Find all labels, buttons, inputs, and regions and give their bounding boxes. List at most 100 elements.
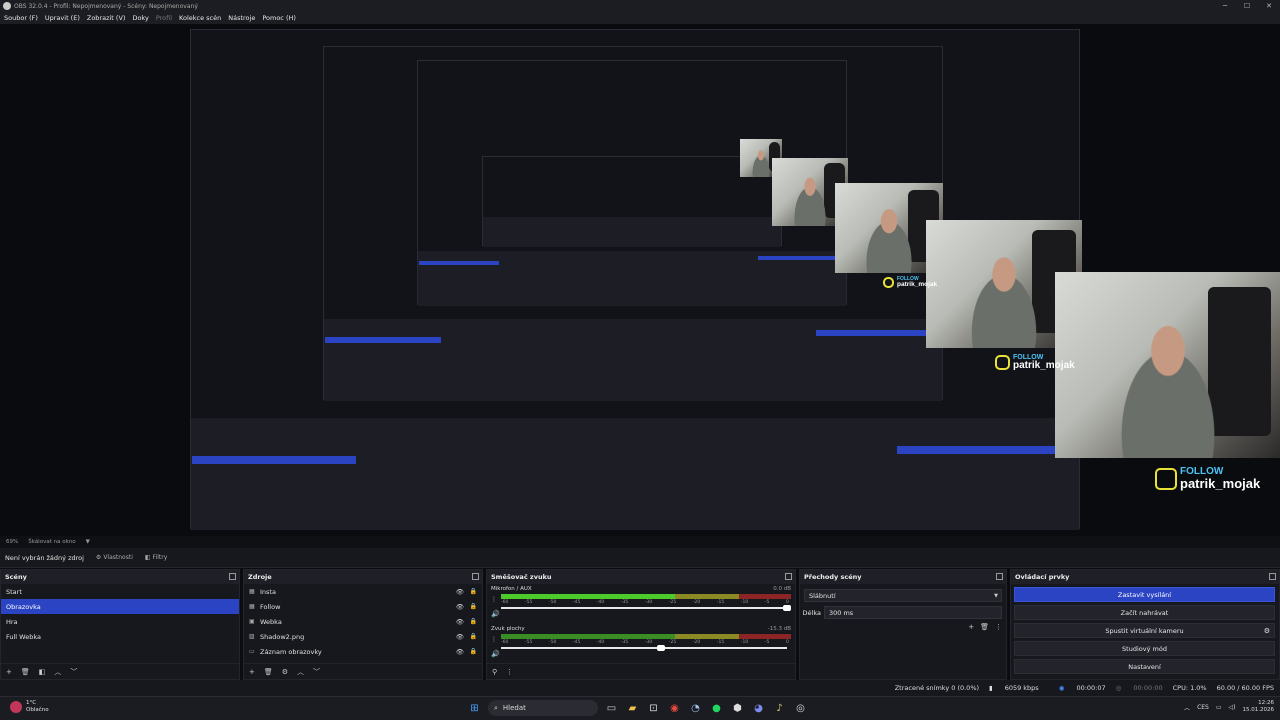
scene-item[interactable]: Full Webka <box>1 629 239 644</box>
filters-button[interactable]: ◧ Filtry <box>145 554 167 561</box>
gear-icon[interactable]: ⚙ <box>1264 627 1270 635</box>
chevron-down-icon[interactable]: ▼ <box>86 539 90 545</box>
add-source-button[interactable]: + <box>249 668 255 676</box>
transition-menu-button[interactable]: ⋮ <box>995 623 1002 631</box>
maximize-button[interactable]: ☐ <box>1236 0 1258 12</box>
control-button[interactable]: Zastavit vysílání <box>1014 587 1275 602</box>
duration-spinbox[interactable]: 300 ms <box>824 606 1002 619</box>
source-item[interactable]: ▦ Insta 👁 🔒 <box>244 584 482 599</box>
spotify-icon[interactable]: ● <box>709 701 724 716</box>
discord-icon[interactable]: ◕ <box>751 701 766 716</box>
taskbar-search[interactable]: ⌕ Hledat <box>488 700 598 716</box>
undock-icon[interactable] <box>1269 573 1276 580</box>
scene-item[interactable]: Hra <box>1 614 239 629</box>
control-button[interactable]: Začít nahrávat <box>1014 605 1275 620</box>
rec-time: ◎ 00:00:00 <box>1115 684 1163 692</box>
menu-item[interactable]: Upravit (E) <box>45 14 80 22</box>
visibility-icon[interactable]: 👁 <box>456 603 464 611</box>
chevron-up-icon[interactable]: ︿ <box>1184 703 1190 712</box>
volume-slider[interactable] <box>501 645 787 651</box>
lock-icon[interactable]: 🔒 <box>470 588 477 595</box>
bitrate-value: 6059 kbps <box>1004 684 1039 692</box>
language-indicator[interactable]: CES <box>1197 704 1209 711</box>
steam-icon[interactable]: ◔ <box>688 701 703 716</box>
visibility-icon[interactable]: 👁 <box>456 648 464 656</box>
preview-canvas[interactable]: FOLLOW patrik_mojak FOLLOW patrik_mojak FO… <box>0 24 1280 536</box>
advanced-audio-icon[interactable]: ⚲ <box>492 668 497 676</box>
weather-widget[interactable]: 1°C Oblačno <box>10 700 49 714</box>
mixer-menu-button[interactable]: ⋮ <box>506 668 513 676</box>
move-down-button[interactable]: ﹀ <box>70 667 77 677</box>
store-icon[interactable]: ⊡ <box>646 701 661 716</box>
scale-mode-dropdown[interactable]: Škálovat na okno <box>28 539 75 545</box>
menu-item[interactable]: Nástroje <box>228 14 255 22</box>
close-button[interactable]: ✕ <box>1258 0 1280 12</box>
slider-knob[interactable] <box>657 645 666 651</box>
handle-label: patrik_mojak <box>1013 360 1075 371</box>
source-properties-button[interactable]: ⚙ <box>282 668 288 676</box>
lock-icon[interactable]: 🔒 <box>470 648 477 655</box>
menu-item[interactable]: Zobrazit (V) <box>87 14 126 22</box>
stream-time: ◉ 00:00:07 <box>1049 684 1106 692</box>
menu-item[interactable]: Pomoc (H) <box>262 14 296 22</box>
undock-icon[interactable] <box>996 573 1003 580</box>
speaker-icon[interactable]: 🔊 <box>491 610 500 618</box>
menu-item[interactable]: Kolekce scén <box>179 14 221 22</box>
lock-icon[interactable]: 🔒 <box>470 603 477 610</box>
stream-icon: ◉ <box>1058 684 1065 692</box>
undock-icon[interactable] <box>229 573 236 580</box>
source-label: Shadow2.png <box>260 632 305 641</box>
scene-item[interactable]: Start <box>1 584 239 599</box>
control-button[interactable]: Spustit virtuální kameru ⚙ <box>1014 623 1275 638</box>
source-item[interactable]: ▭ Záznam obrazovky 👁 🔒 <box>244 644 482 659</box>
clock[interactable]: 12:26 15.01.2026 <box>1243 700 1275 714</box>
transition-select[interactable]: Slábnutí ▼ <box>804 589 1002 602</box>
channel-menu-icon[interactable]: ⋮ <box>491 636 497 643</box>
visibility-icon[interactable]: 👁 <box>456 633 464 641</box>
control-button[interactable]: Studiový mód <box>1014 641 1275 656</box>
undock-icon[interactable] <box>785 573 792 580</box>
move-up-button[interactable]: ︿ <box>54 667 61 677</box>
source-label: Insta <box>260 587 276 596</box>
control-button[interactable]: Nastavení <box>1014 659 1275 674</box>
source-item[interactable]: ▦ Follow 👁 🔒 <box>244 599 482 614</box>
instagram-icon <box>1155 467 1177 490</box>
task-view-icon[interactable]: ▭ <box>604 701 619 716</box>
visibility-icon[interactable]: 👁 <box>456 588 464 596</box>
source-item[interactable]: ▨ Shadow2.png 👁 🔒 <box>244 629 482 644</box>
scene-item[interactable]: Obrazovka <box>1 599 239 614</box>
source-item[interactable]: ▣ Webka 👁 🔒 <box>244 614 482 629</box>
properties-button[interactable]: ⚙ Vlastnosti <box>96 554 133 561</box>
menu-item[interactable]: Soubor (F) <box>4 14 38 22</box>
visibility-icon[interactable]: 👁 <box>456 618 464 626</box>
remove-source-button[interactable]: 🗑 <box>264 668 273 676</box>
network-icon[interactable]: ▭ <box>1216 704 1222 711</box>
slider-knob[interactable] <box>783 605 791 611</box>
zoom-level[interactable]: 69% <box>6 539 18 545</box>
minimize-button[interactable]: ─ <box>1214 0 1236 12</box>
transition-type: Slábnutí <box>809 591 836 600</box>
menu-item[interactable]: Doky <box>132 14 148 22</box>
move-up-button[interactable]: ︿ <box>297 667 304 677</box>
add-scene-button[interactable]: + <box>6 668 12 676</box>
scene-filters-button[interactable]: ◧ <box>39 668 46 676</box>
volume-icon[interactable]: ◁) <box>1229 704 1236 711</box>
lock-icon[interactable]: 🔒 <box>470 633 477 640</box>
file-explorer-icon[interactable]: ▰ <box>625 701 640 716</box>
move-down-button[interactable]: ﹀ <box>313 667 320 677</box>
remove-scene-button[interactable]: 🗑 <box>21 668 30 676</box>
lock-icon[interactable]: 🔒 <box>470 618 477 625</box>
remove-transition-button[interactable]: 🗑 <box>980 623 989 631</box>
speaker-icon[interactable]: 🔊 <box>491 650 500 658</box>
add-transition-button[interactable]: + <box>968 623 974 631</box>
epic-icon[interactable]: ⬢ <box>730 701 745 716</box>
channel-menu-icon[interactable]: ⋮ <box>491 596 497 603</box>
undock-icon[interactable] <box>472 573 479 580</box>
meter-tick: -10 <box>740 640 749 645</box>
volume-slider[interactable] <box>501 605 791 611</box>
start-button[interactable]: ⊞ <box>467 701 482 716</box>
mic-app-icon[interactable]: ♪ <box>772 701 787 716</box>
obs-icon[interactable]: ◎ <box>793 701 808 716</box>
menu-item[interactable]: Profil <box>156 14 172 22</box>
chrome-icon[interactable]: ◉ <box>667 701 682 716</box>
